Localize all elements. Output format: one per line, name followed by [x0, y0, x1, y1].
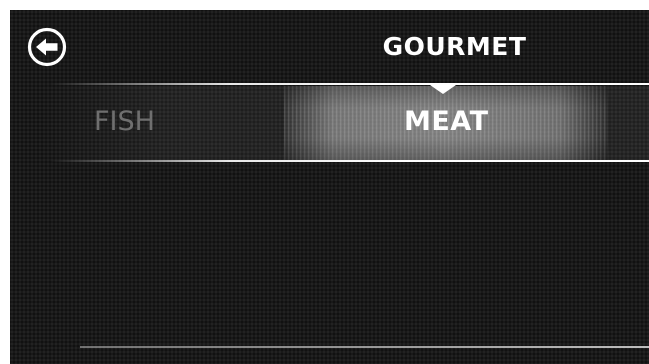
page-title: GOURMET — [382, 32, 527, 61]
carousel-item-meat[interactable]: MEAT — [404, 106, 489, 137]
selection-pointer-icon — [430, 85, 456, 94]
category-carousel[interactable]: FISH MEAT — [10, 83, 649, 163]
content-area — [10, 166, 649, 364]
gourmet-screen: GOURMET FISH MEAT — [10, 10, 649, 364]
carousel-top-divider — [50, 83, 649, 85]
bottom-divider — [80, 346, 649, 348]
carousel-item-fish[interactable]: FISH — [94, 106, 155, 137]
carousel-bottom-divider — [50, 160, 649, 162]
